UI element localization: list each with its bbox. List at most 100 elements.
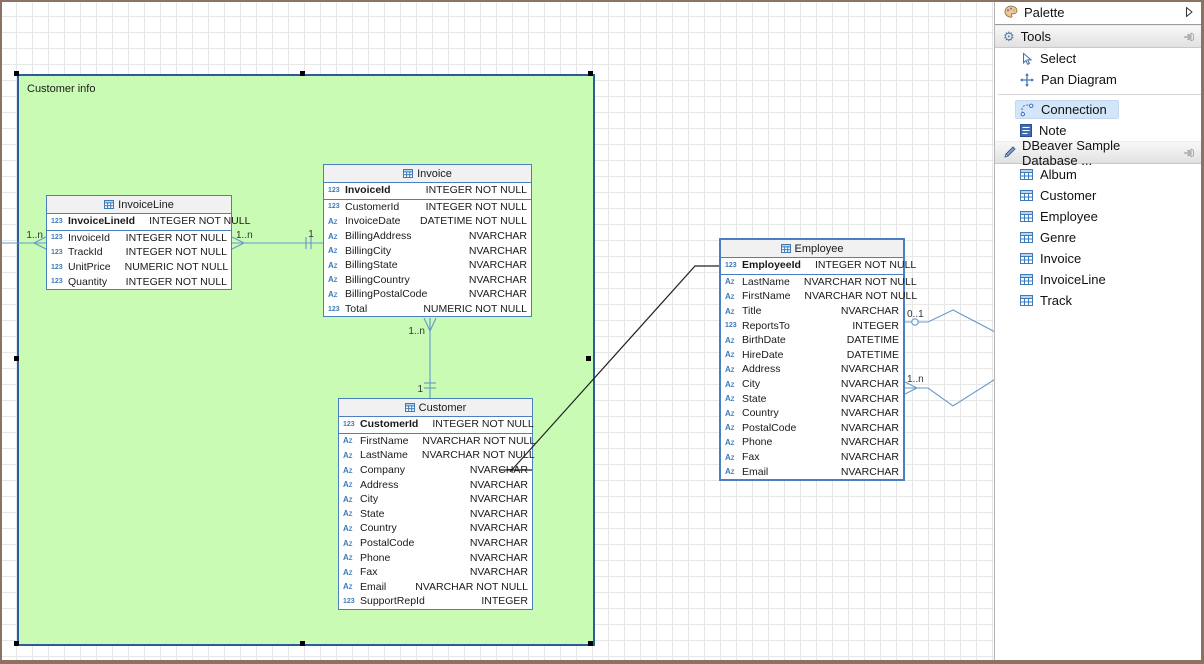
column-row-fax[interactable]: AZFaxNVARCHAR: [339, 565, 532, 580]
column-row-phone[interactable]: AZPhoneNVARCHAR: [721, 435, 903, 450]
palette-item-customer[interactable]: Customer: [995, 185, 1204, 206]
column-name: Address: [360, 479, 399, 491]
column-row-postalcode[interactable]: AZPostalCodeNVARCHAR: [721, 421, 903, 436]
entity-table-title: Invoice: [417, 168, 452, 180]
numeric-icon: 123: [343, 598, 360, 605]
column-row-customerid[interactable]: 123CustomerIdINTEGER NOT NULL: [324, 200, 531, 215]
column-type: NVARCHAR: [469, 259, 527, 271]
column-row-employeeid[interactable]: 123EmployeeIdINTEGER NOT NULL: [721, 258, 903, 275]
column-type: NVARCHAR NOT NULL: [422, 449, 535, 461]
column-row-lastname[interactable]: AZLastNameNVARCHAR NOT NULL: [339, 448, 532, 463]
palette-item-track[interactable]: Track: [995, 290, 1204, 311]
entity-table-header[interactable]: Employee: [721, 240, 903, 258]
column-row-email[interactable]: AZEmailNVARCHAR: [721, 464, 903, 479]
column-row-quantity[interactable]: 123QuantityINTEGER NOT NULL: [47, 274, 231, 289]
text-icon: AZ: [343, 509, 360, 518]
palette-section-tools[interactable]: ⚙Tools: [995, 25, 1204, 48]
column-row-invoiceid[interactable]: 123InvoiceIdINTEGER NOT NULL: [47, 231, 231, 246]
palette-item-select[interactable]: Select: [995, 48, 1204, 69]
entity-table-header[interactable]: InvoiceLine: [47, 196, 231, 214]
column-row-billingaddress[interactable]: AZBillingAddressNVARCHAR: [324, 229, 531, 244]
column-row-firstname[interactable]: AZFirstNameNVARCHAR NOT NULL: [721, 289, 903, 304]
column-row-title[interactable]: AZTitleNVARCHAR: [721, 304, 903, 319]
column-row-reportsto[interactable]: 123ReportsToINTEGER: [721, 318, 903, 333]
column-name: Quantity: [68, 276, 107, 288]
column-row-billingcountry[interactable]: AZBillingCountryNVARCHAR: [324, 273, 531, 288]
zero-circle-icon: [912, 319, 918, 325]
entity-table-invoice[interactable]: Invoice 123InvoiceIdINTEGER NOT NULL123Cu…: [323, 164, 532, 317]
palette-item-employee[interactable]: Employee: [995, 206, 1204, 227]
table-icon: [1020, 295, 1033, 306]
palette-item-genre[interactable]: Genre: [995, 227, 1204, 248]
column-row-invoicelineid[interactable]: 123InvoiceLineIdINTEGER NOT NULL: [47, 214, 231, 231]
column-row-total[interactable]: 123TotalNUMERIC NOT NULL: [324, 302, 531, 317]
numeric-icon: 123: [725, 262, 742, 269]
pin-icon[interactable]: [1184, 148, 1196, 158]
table-icon: [405, 403, 415, 412]
selection-handle[interactable]: [586, 356, 591, 361]
column-row-company[interactable]: AZCompanyNVARCHAR: [339, 463, 532, 478]
entity-table-invoiceline[interactable]: InvoiceLine123InvoiceLineIdINTEGER NOT N…: [46, 195, 232, 290]
column-row-invoicedate[interactable]: AZInvoiceDateDATETIME NOT NULL: [324, 214, 531, 229]
entity-table-header[interactable]: Customer: [339, 399, 532, 417]
column-row-state[interactable]: AZStateNVARCHAR: [721, 391, 903, 406]
column-row-lastname[interactable]: AZLastNameNVARCHAR NOT NULL: [721, 275, 903, 290]
selection-handle[interactable]: [14, 71, 19, 76]
palette-icon: [1004, 5, 1018, 19]
palette-item-invoice[interactable]: Invoice: [995, 248, 1204, 269]
column-row-city[interactable]: AZCityNVARCHAR: [339, 492, 532, 507]
column-row-state[interactable]: AZStateNVARCHAR: [339, 507, 532, 522]
column-row-trackid[interactable]: 123TrackIdINTEGER NOT NULL: [47, 245, 231, 260]
column-row-email[interactable]: AZEmailNVARCHAR NOT NULL: [339, 580, 532, 595]
table-icon: [104, 200, 114, 209]
palette-item-connection[interactable]: Connection: [995, 99, 1204, 120]
column-row-firstname[interactable]: AZFirstNameNVARCHAR NOT NULL: [339, 434, 532, 449]
connection-employee-self[interactable]: 0..11..n: [905, 309, 997, 406]
selection-handle[interactable]: [588, 71, 593, 76]
selection-handle[interactable]: [14, 641, 19, 646]
column-row-billingpostalcode[interactable]: AZBillingPostalCodeNVARCHAR: [324, 287, 531, 302]
pin-icon[interactable]: [1184, 32, 1196, 42]
selection-handle[interactable]: [300, 641, 305, 646]
text-icon: AZ: [343, 582, 360, 591]
column-row-postalcode[interactable]: AZPostalCodeNVARCHAR: [339, 536, 532, 551]
column-type: NVARCHAR: [470, 522, 528, 534]
column-name: BillingPostalCode: [345, 288, 427, 300]
column-row-birthdate[interactable]: AZBirthDateDATETIME: [721, 333, 903, 348]
column-row-country[interactable]: AZCountryNVARCHAR: [721, 406, 903, 421]
text-icon: AZ: [725, 277, 742, 286]
column-name: BirthDate: [742, 334, 786, 346]
column-row-city[interactable]: AZCityNVARCHAR: [721, 377, 903, 392]
crow-foot-icon: [905, 382, 917, 394]
column-row-unitprice[interactable]: 123UnitPriceNUMERIC NOT NULL: [47, 260, 231, 275]
column-row-fax[interactable]: AZFaxNVARCHAR: [721, 450, 903, 465]
palette-item-pan-diagram[interactable]: Pan Diagram: [995, 69, 1204, 90]
collapse-right-icon[interactable]: [1184, 6, 1194, 18]
palette-item-invoiceline[interactable]: InvoiceLine: [995, 269, 1204, 290]
entity-table-header[interactable]: Invoice: [324, 165, 531, 183]
column-row-phone[interactable]: AZPhoneNVARCHAR: [339, 550, 532, 565]
selection-handle[interactable]: [14, 356, 19, 361]
entity-table-employee[interactable]: Employee123EmployeeIdINTEGER NOT NULLAZL…: [719, 238, 905, 481]
column-row-hiredate[interactable]: AZHireDateDATETIME: [721, 348, 903, 363]
text-icon: AZ: [343, 568, 360, 577]
column-name: InvoiceDate: [345, 215, 400, 227]
column-type: INTEGER NOT NULL: [426, 184, 527, 196]
column-type: NVARCHAR: [469, 288, 527, 300]
diagram-canvas[interactable]: Customer info 1..n1..n11..n10..11..n Inv…: [0, 0, 996, 664]
column-row-address[interactable]: AZAddressNVARCHAR: [721, 362, 903, 377]
entity-table-customer[interactable]: Customer123CustomerIdINTEGER NOT NULLAZF…: [338, 398, 533, 610]
column-row-invoiceid[interactable]: 123InvoiceIdINTEGER NOT NULL: [324, 183, 531, 200]
column-row-supportrepid[interactable]: 123SupportRepIdINTEGER: [339, 594, 532, 609]
column-row-country[interactable]: AZCountryNVARCHAR: [339, 521, 532, 536]
column-row-customerid[interactable]: 123CustomerIdINTEGER NOT NULL: [339, 417, 532, 434]
palette-header[interactable]: Palette: [995, 0, 1204, 25]
column-row-billingstate[interactable]: AZBillingStateNVARCHAR: [324, 258, 531, 273]
palette-panel[interactable]: Palette ⚙ToolsSelectPan Diagram Connectio…: [994, 0, 1204, 664]
column-row-billingcity[interactable]: AZBillingCityNVARCHAR: [324, 243, 531, 258]
column-name: Address: [742, 363, 781, 375]
palette-section-entities[interactable]: DBeaver Sample Database ...: [995, 141, 1204, 164]
column-row-address[interactable]: AZAddressNVARCHAR: [339, 477, 532, 492]
selection-handle[interactable]: [588, 641, 593, 646]
selection-handle[interactable]: [300, 71, 305, 76]
